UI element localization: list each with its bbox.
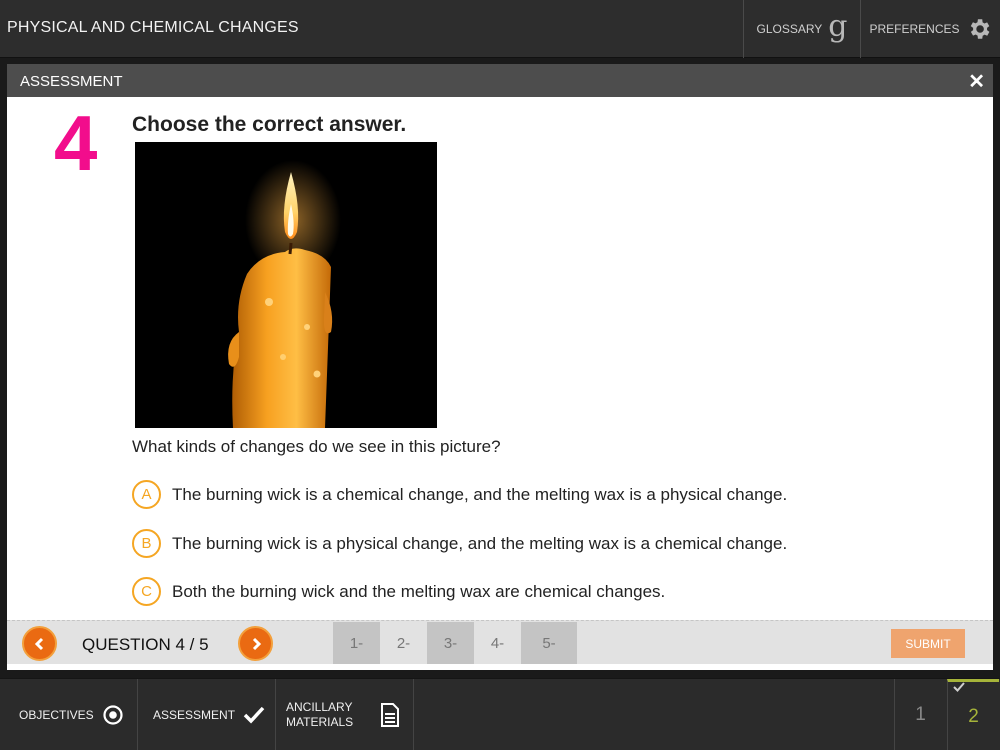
completed-check-icon: [953, 682, 965, 692]
preferences-label: PREFERENCES: [869, 22, 960, 36]
glossary-g-icon: g: [828, 9, 848, 44]
objectives-label: OBJECTIVES: [19, 708, 94, 722]
ancillary-label: ANCILLARY MATERIALS: [286, 700, 366, 730]
assessment-nav-label: ASSESSMENT: [153, 708, 236, 722]
previous-question-button[interactable]: [22, 626, 57, 661]
bottom-bar: OBJECTIVES ASSESSMENT ANCILLARY MATERIAL…: [0, 678, 1000, 750]
top-bar: PHYSICAL AND CHEMICAL CHANGES GLOSSARY g…: [0, 0, 1000, 58]
preferences-button[interactable]: PREFERENCES: [860, 0, 1000, 58]
target-icon: [103, 705, 123, 725]
assessment-nav-button[interactable]: ASSESSMENT: [138, 679, 276, 750]
option-letter-a: A: [132, 480, 161, 509]
question-tab-3[interactable]: 3-: [427, 622, 474, 664]
question-navigation-bar: QUESTION 4 / 5 1- 2- 3- 4- 5- SUBMIT: [7, 620, 993, 664]
assessment-modal: ASSESSMENT ✕ 4 Choose the correct answer…: [7, 64, 993, 670]
answer-option-c[interactable]: C Both the burning wick and the melting …: [132, 577, 665, 606]
glossary-label: GLOSSARY: [756, 22, 823, 36]
option-letter-c: C: [132, 577, 161, 606]
next-question-button[interactable]: [238, 626, 273, 661]
option-text-c: Both the burning wick and the melting wa…: [172, 581, 666, 601]
question-tab-1[interactable]: 1-: [333, 622, 380, 664]
objectives-button[interactable]: OBJECTIVES: [0, 679, 138, 750]
document-icon: [381, 703, 399, 727]
app-title: PHYSICAL AND CHEMICAL CHANGES: [7, 19, 299, 36]
glossary-button[interactable]: GLOSSARY g: [743, 0, 860, 58]
close-icon[interactable]: ✕: [968, 69, 985, 94]
question-heading: Choose the correct answer.: [132, 113, 407, 136]
candle-image: [135, 142, 437, 428]
question-number: 4: [54, 99, 98, 187]
checkmark-icon: [243, 706, 265, 724]
question-tab-5[interactable]: 5-: [521, 622, 577, 664]
ancillary-materials-button[interactable]: ANCILLARY MATERIALS: [276, 679, 414, 750]
option-letter-b: B: [132, 529, 161, 558]
submit-button[interactable]: SUBMIT: [891, 629, 965, 658]
question-tab-2[interactable]: 2-: [380, 622, 427, 664]
ancillary-label-line1: ANCILLARY: [286, 700, 353, 714]
modal-title: ASSESSMENT: [20, 73, 123, 90]
chevron-right-icon: [252, 637, 261, 650]
question-prompt: What kinds of changes do we see in this …: [132, 437, 501, 456]
ancillary-label-line2: MATERIALS: [286, 715, 354, 729]
answer-option-b[interactable]: B The burning wick is a physical change,…: [132, 529, 787, 558]
option-text-b: The burning wick is a physical change, a…: [172, 533, 788, 553]
option-text-a: The burning wick is a chemical change, a…: [172, 484, 788, 504]
question-tab-4[interactable]: 4-: [474, 622, 521, 664]
chevron-left-icon: [34, 637, 43, 650]
gear-icon: [970, 19, 989, 39]
page-1-button[interactable]: 1: [894, 679, 946, 750]
answer-option-a[interactable]: A The burning wick is a chemical change,…: [132, 480, 787, 509]
modal-header: ASSESSMENT ✕: [7, 64, 993, 97]
question-counter: QUESTION 4 / 5: [82, 635, 209, 654]
